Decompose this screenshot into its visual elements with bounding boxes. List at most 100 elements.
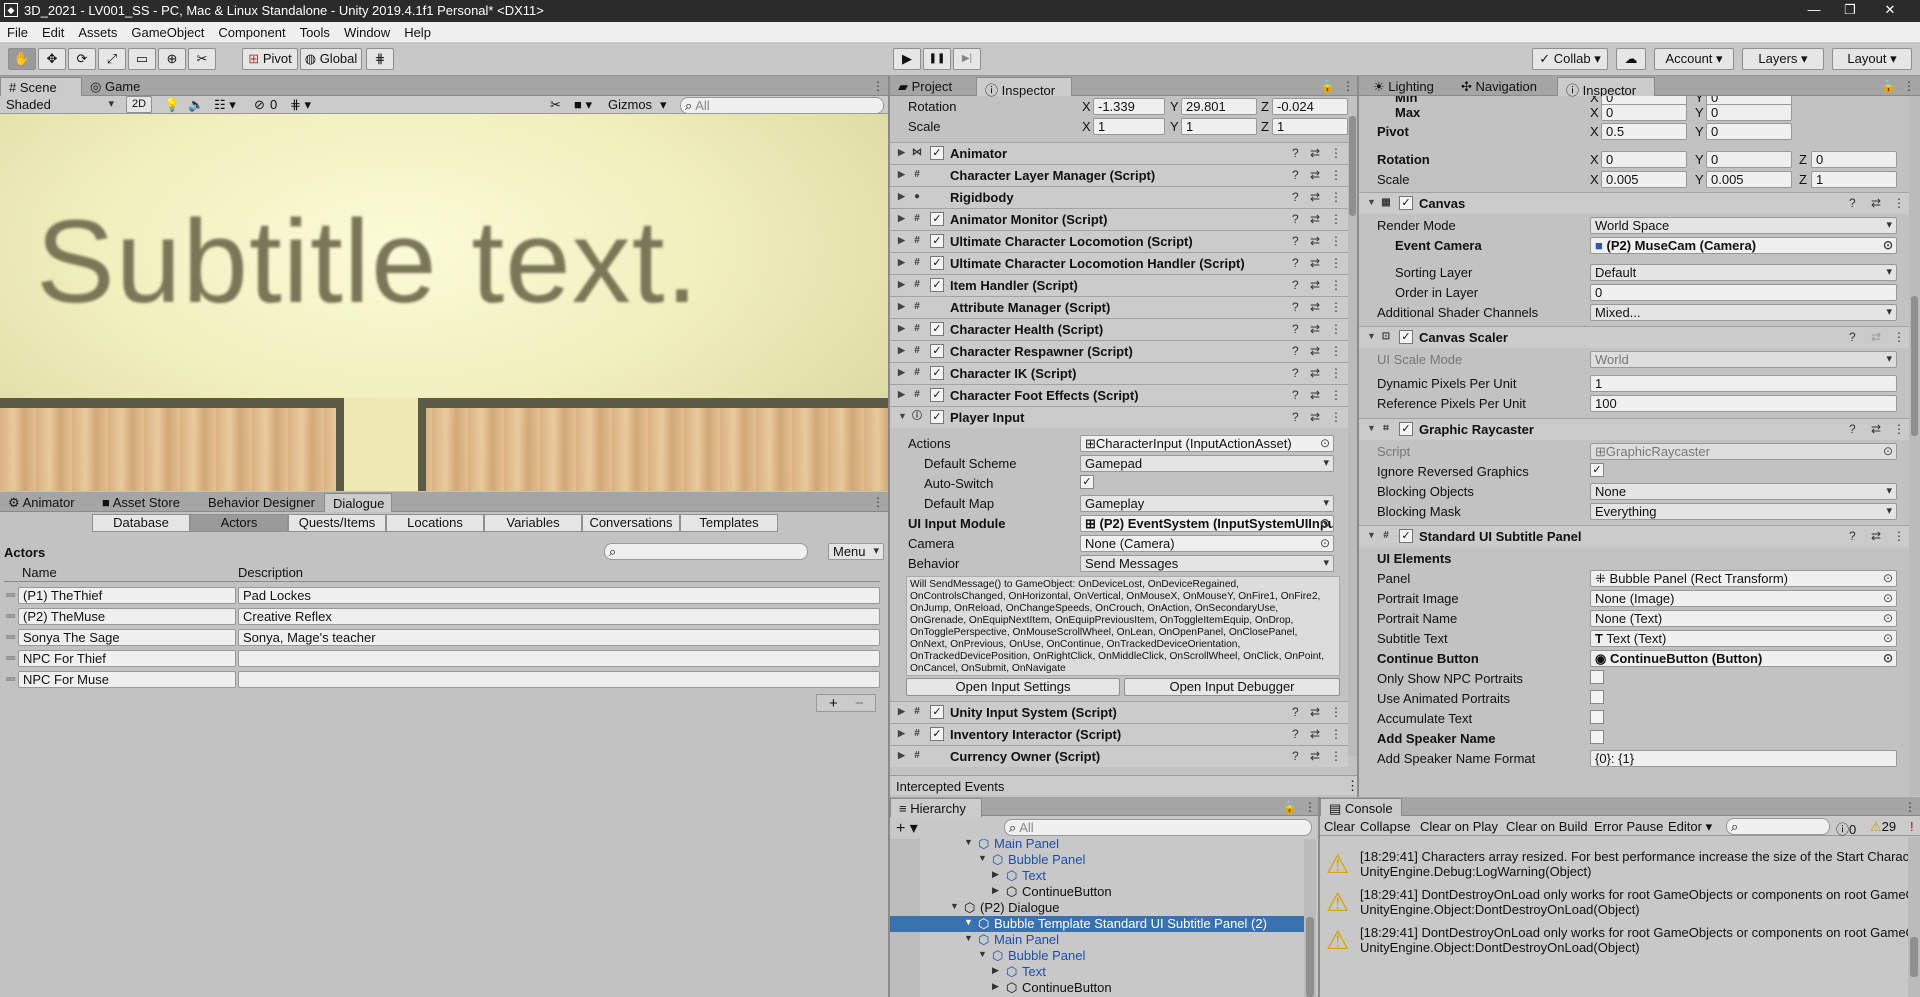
scale2-x-field[interactable]: 0.005 — [1601, 171, 1687, 188]
blocking-mask-dropdown[interactable]: Everything — [1590, 503, 1897, 520]
grid-icon[interactable]: ⋕ ▾ — [290, 97, 311, 113]
scale-y-field[interactable]: 1 — [1181, 118, 1257, 135]
help-icon[interactable]: ? — [1292, 212, 1299, 226]
snap-icon[interactable]: ⋕ — [366, 48, 394, 70]
actor-row[interactable]: ═ NPC For Thief — [0, 649, 888, 670]
component-header[interactable]: ▶ # ✓ Character Respawner (Script)? ⇄ ⋮ — [890, 340, 1348, 362]
inspector2-lock-icon[interactable]: 🔒 — [1881, 79, 1896, 93]
component-enabled-checkbox[interactable]: ✓ — [930, 344, 944, 358]
tab-dialogue[interactable]: Dialogue — [324, 493, 392, 512]
drag-handle-icon[interactable]: ═ — [6, 650, 15, 665]
component-enabled-checkbox[interactable]: ✓ — [930, 322, 944, 336]
console-collapse-button[interactable]: Collapse — [1360, 819, 1411, 834]
rot-y-field[interactable]: 29.801 — [1181, 98, 1257, 115]
cloud-icon[interactable]: ☁ — [1616, 48, 1646, 70]
tab-lighting[interactable]: ☀ Lighting — [1365, 77, 1453, 96]
fold-closed-icon[interactable]: ▶ — [898, 169, 905, 180]
fold-closed-icon[interactable]: ▶ — [898, 750, 905, 761]
info-count-toggle[interactable]: ⓘ0 — [1836, 819, 1856, 838]
tab-inspector[interactable]: ⓘ Inspector — [976, 77, 1072, 98]
order-in-layer-field[interactable]: 0 — [1590, 284, 1897, 301]
shader-channels-dropdown[interactable]: Mixed... — [1590, 304, 1897, 321]
component-menu-icon[interactable]: ⋮ — [1893, 196, 1905, 210]
tab-asset-store[interactable]: ■ Asset Store — [94, 493, 200, 512]
subtitle-text-field[interactable]: T Text (Text) — [1590, 630, 1897, 647]
preset-icon[interactable]: ⇄ — [1871, 422, 1881, 436]
help-icon[interactable]: ? — [1292, 146, 1299, 160]
component-menu-icon[interactable]: ⋮ — [1330, 322, 1342, 336]
rot2-y-field[interactable]: 0 — [1706, 151, 1792, 168]
audio-icon[interactable]: 🔈 — [188, 97, 204, 113]
help-icon[interactable]: ? — [1292, 256, 1299, 270]
help-icon[interactable]: ? — [1292, 727, 1299, 741]
rotate-tool-icon[interactable]: ⟳ — [68, 48, 96, 70]
help-icon[interactable]: ? — [1849, 196, 1856, 210]
hierarchy-lock-icon[interactable]: 🔒 — [1282, 800, 1297, 814]
raycaster-checkbox[interactable]: ✓ — [1399, 422, 1413, 436]
actor-desc-field[interactable] — [238, 671, 880, 688]
scale-z-field[interactable]: 1 — [1272, 118, 1348, 135]
accumulate-text-checkbox[interactable] — [1590, 710, 1604, 724]
preset-icon[interactable]: ⇄ — [1310, 168, 1320, 182]
hierarchy-fold-icon[interactable]: ▼ — [964, 933, 973, 943]
subtitle-panel-header[interactable]: ▼ # ✓ Standard UI Subtitle Panel? ⇄ ⋮ — [1359, 525, 1909, 547]
preset-icon[interactable]: ⇄ — [1310, 727, 1320, 741]
2d-toggle[interactable]: 2D — [126, 96, 152, 113]
scale2-y-field[interactable]: 0.005 — [1706, 171, 1792, 188]
npc-portraits-checkbox[interactable] — [1590, 670, 1604, 684]
fold-open-icon[interactable]: ▼ — [1367, 530, 1376, 540]
hierarchy-row[interactable]: ▶ ⬡ Text — [890, 868, 1304, 884]
actor-name-field[interactable]: (P2) TheMuse — [18, 608, 236, 625]
component-menu-icon[interactable]: ⋮ — [1330, 190, 1342, 204]
actor-desc-field[interactable]: Sonya, Mage's teacher — [238, 629, 880, 646]
component-enabled-checkbox[interactable]: ✓ — [930, 278, 944, 292]
hierarchy-fold-icon[interactable]: ▼ — [950, 901, 959, 911]
ui-scale-mode-dropdown[interactable]: World — [1590, 351, 1897, 368]
custom-tool-icon[interactable]: ✂ — [188, 48, 216, 70]
max-y-field[interactable]: 0 — [1706, 104, 1792, 121]
canvas-enabled-checkbox[interactable]: ✓ — [1399, 196, 1413, 210]
open-input-debugger-button[interactable]: Open Input Debugger — [1124, 678, 1340, 696]
inspector2-scrollbar[interactable] — [1909, 96, 1920, 796]
default-map-dropdown[interactable]: Gameplay — [1080, 495, 1334, 512]
actor-row[interactable]: ═ (P2) TheMuse Creative Reflex — [0, 607, 888, 628]
gizmos-dropdown[interactable]: Gizmos — [608, 97, 652, 112]
auto-switch-checkbox[interactable]: ✓ — [1080, 475, 1094, 489]
reference-ppu-field[interactable]: 100 — [1590, 395, 1897, 412]
component-header[interactable]: ▶ # ✓ Character Foot Effects (Script)? ⇄ ⋮ — [890, 384, 1348, 406]
console-message[interactable]: ⚠ [18:29:41] Characters array resized. Fo… — [1320, 847, 1908, 883]
canvas-scaler-header[interactable]: ▼ ⊡ ✓ Canvas Scaler? ⇄ ⋮ — [1359, 326, 1909, 348]
drag-handle-icon[interactable]: ═ — [6, 629, 15, 644]
actor-row[interactable]: ═ NPC For Muse — [0, 670, 888, 691]
component-menu-icon[interactable]: ⋮ — [1330, 212, 1342, 226]
component-header[interactable]: ▶ # ✓ Animator Monitor (Script)? ⇄ ⋮ — [890, 208, 1348, 230]
sorting-layer-dropdown[interactable]: Default — [1590, 264, 1897, 281]
add-speaker-name-checkbox[interactable] — [1590, 730, 1604, 744]
help-icon[interactable]: ? — [1292, 278, 1299, 292]
fold-closed-icon[interactable]: ▶ — [898, 279, 905, 290]
component-enabled-checkbox[interactable]: ✓ — [930, 410, 944, 424]
preset-icon[interactable]: ⇄ — [1310, 366, 1320, 380]
tab-scene[interactable]: # Scene — [0, 77, 82, 96]
fold-closed-icon[interactable]: ▶ — [898, 323, 905, 334]
remove-actor-button[interactable]: − — [855, 695, 864, 712]
error-pause-button[interactable]: Error Pause — [1594, 819, 1663, 834]
component-menu-icon[interactable]: ⋮ — [1330, 168, 1342, 182]
clear-on-play-button[interactable]: Clear on Play — [1420, 819, 1498, 834]
camera-icon[interactable]: ■ ▾ — [574, 97, 592, 113]
rect-tool-icon[interactable]: ▭ — [128, 48, 156, 70]
dynamic-ppu-field[interactable]: 1 — [1590, 375, 1897, 392]
subtab-database[interactable]: Database — [92, 514, 190, 532]
component-menu-icon[interactable]: ⋮ — [1330, 388, 1342, 402]
error-count-toggle[interactable]: ! — [1910, 819, 1914, 834]
preset-icon[interactable]: ⇄ — [1871, 330, 1881, 344]
transform-tool-icon[interactable]: ⊕ — [158, 48, 186, 70]
drag-handle-icon[interactable]: ═ — [6, 587, 15, 602]
default-scheme-dropdown[interactable]: Gamepad — [1080, 455, 1334, 472]
animated-portraits-checkbox[interactable] — [1590, 690, 1604, 704]
tab-hierarchy[interactable]: ≡ Hierarchy — [890, 798, 982, 817]
scale-tool-icon[interactable]: ⤢ — [98, 48, 126, 70]
help-icon[interactable]: ? — [1292, 322, 1299, 336]
scale2-z-field[interactable]: 1 — [1811, 171, 1897, 188]
hierarchy-row[interactable]: ▶ ⬡ ContinueButton — [890, 980, 1304, 996]
